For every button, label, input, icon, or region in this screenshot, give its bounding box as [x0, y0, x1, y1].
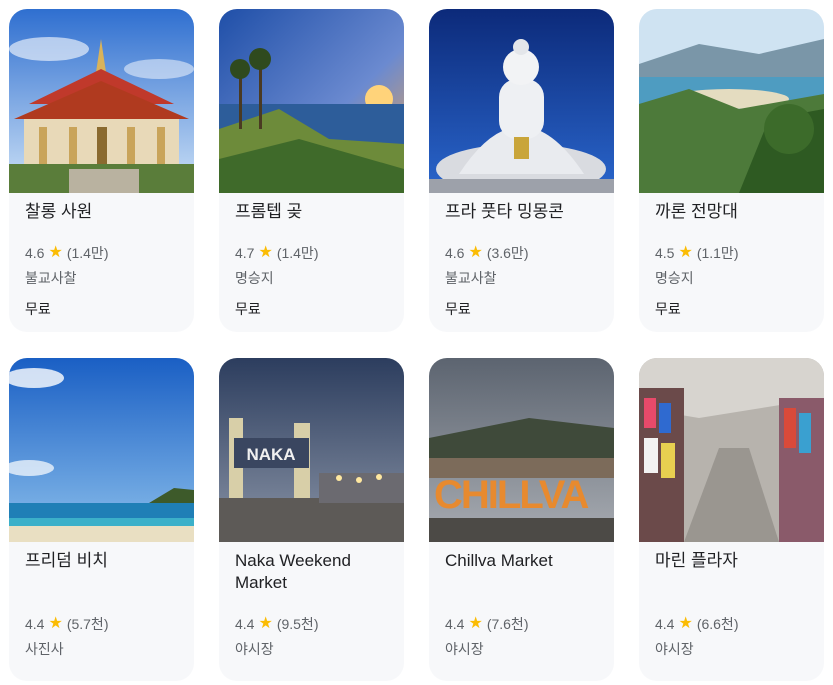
place-name: 찰롱 사원 — [25, 202, 93, 221]
star-icon: ★ — [258, 244, 273, 261]
big-buddha-photo — [429, 9, 614, 193]
review-count: (1.4만) — [66, 245, 109, 261]
place-card[interactable]: 마린 플라자 4.4 ★ (6.6천) 야시장 — [639, 358, 824, 681]
rating-row: 4.7 ★ (1.4만) — [235, 243, 318, 263]
place-category: 야시장 — [235, 641, 274, 657]
star-icon: ★ — [468, 244, 483, 261]
rating-value: 4.6 — [445, 245, 465, 261]
place-name: Naka Weekend Market — [235, 551, 351, 592]
rating-row: 4.4 ★ (7.6천) — [445, 614, 528, 634]
place-category: 야시장 — [445, 641, 484, 657]
star-icon: ★ — [258, 615, 273, 632]
rating-value: 4.4 — [25, 616, 45, 632]
place-name: 프리덤 비치 — [25, 551, 108, 570]
beach-photo — [9, 358, 194, 542]
place-category: 사진사 — [25, 641, 64, 657]
review-count: (9.5천) — [276, 616, 319, 632]
place-category: 불교사찰 — [445, 270, 497, 286]
market-stalls-photo — [639, 358, 824, 542]
temple-photo — [9, 9, 194, 193]
cape-sunset-photo — [219, 9, 404, 193]
place-card[interactable]: NAKA Naka Weekend Market 4.4 ★ (9.5천) 야시… — [219, 358, 404, 681]
place-card[interactable]: 까론 전망대 4.5 ★ (1.1만) 명승지 무료 — [639, 9, 824, 332]
place-name: 마린 플라자 — [655, 551, 738, 570]
place-category: 명승지 — [655, 270, 694, 286]
viewpoint-photo — [639, 9, 824, 193]
rating-value: 4.4 — [655, 616, 675, 632]
review-count: (7.6천) — [486, 616, 529, 632]
admission-price: 무료 — [445, 301, 471, 317]
review-count: (5.7천) — [66, 616, 109, 632]
place-category: 명승지 — [235, 270, 274, 286]
place-name: 프롬텝 곶 — [235, 202, 303, 221]
star-icon: ★ — [678, 244, 693, 261]
rating-value: 4.7 — [235, 245, 255, 261]
place-card[interactable]: 프라 풋타 밍몽콘 4.6 ★ (3.6만) 불교사찰 무료 — [429, 9, 614, 332]
place-card[interactable]: CHILLVA Chillva Market 4.4 ★ (7.6천) 야시장 — [429, 358, 614, 681]
star-icon: ★ — [468, 615, 483, 632]
admission-price: 무료 — [25, 301, 51, 317]
review-count: (3.6만) — [486, 245, 529, 261]
rating-row: 4.5 ★ (1.1만) — [655, 243, 738, 263]
rating-row: 4.4 ★ (6.6천) — [655, 614, 738, 634]
rating-row: 4.6 ★ (3.6만) — [445, 243, 528, 263]
place-card[interactable]: 찰롱 사원 4.6 ★ (1.4만) 불교사찰 무료 — [9, 9, 194, 332]
star-icon: ★ — [48, 615, 63, 632]
review-count: (1.4만) — [276, 245, 319, 261]
rating-row: 4.4 ★ (9.5천) — [235, 614, 318, 634]
place-category: 야시장 — [655, 641, 694, 657]
rating-value: 4.4 — [235, 616, 255, 632]
place-card[interactable]: 프롬텝 곶 4.7 ★ (1.4만) 명승지 무료 — [219, 9, 404, 332]
place-name: Chillva Market — [445, 551, 553, 570]
place-name: 까론 전망대 — [655, 202, 738, 221]
place-card[interactable]: 프리덤 비치 4.4 ★ (5.7천) 사진사 — [9, 358, 194, 681]
places-grid: 찰롱 사원 4.6 ★ (1.4만) 불교사찰 무료 프롬텝 곶 4.7 ★ (… — [9, 9, 825, 681]
rating-row: 4.4 ★ (5.7천) — [25, 614, 108, 634]
chillva-market-photo: CHILLVA — [429, 358, 614, 542]
rating-row: 4.6 ★ (1.4만) — [25, 243, 108, 263]
star-icon: ★ — [678, 615, 693, 632]
place-category: 불교사찰 — [25, 270, 77, 286]
naka-market-photo: NAKA — [219, 358, 404, 542]
review-count: (1.1만) — [696, 245, 739, 261]
star-icon: ★ — [48, 244, 63, 261]
rating-value: 4.5 — [655, 245, 675, 261]
rating-value: 4.6 — [25, 245, 45, 261]
review-count: (6.6천) — [696, 616, 739, 632]
svg-text:NAKA: NAKA — [246, 445, 295, 464]
svg-text:CHILLVA: CHILLVA — [434, 473, 588, 517]
rating-value: 4.4 — [445, 616, 465, 632]
admission-price: 무료 — [655, 301, 681, 317]
place-name: 프라 풋타 밍몽콘 — [445, 202, 564, 221]
admission-price: 무료 — [235, 301, 261, 317]
